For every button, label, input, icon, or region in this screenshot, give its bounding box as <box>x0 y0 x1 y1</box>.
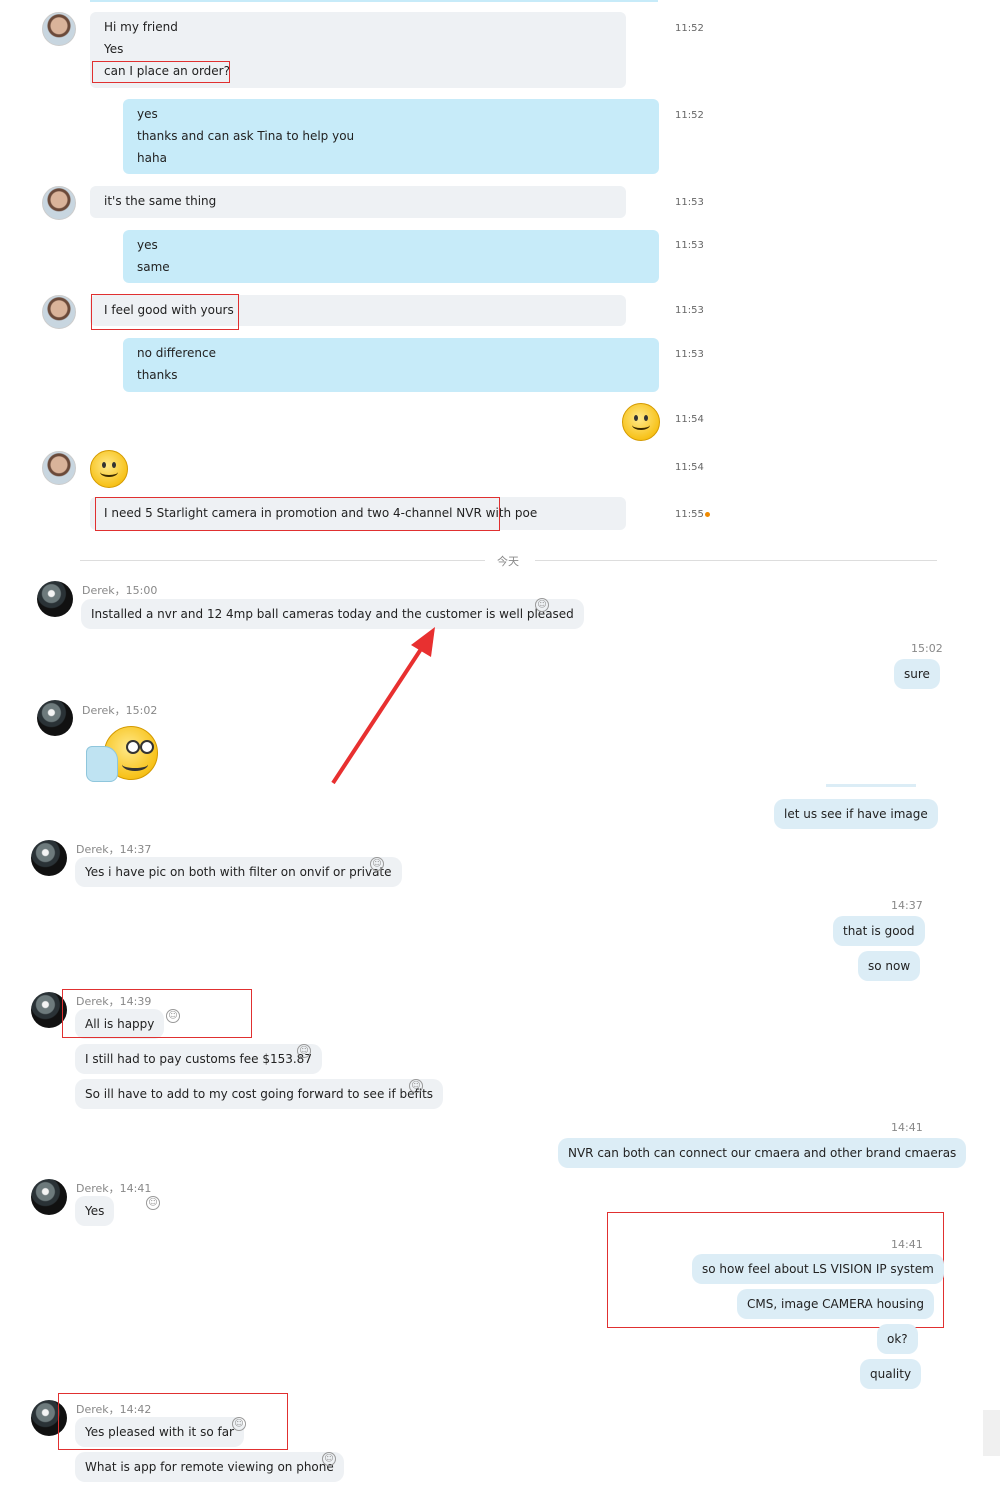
avatar[interactable] <box>37 700 73 736</box>
sender-name: Derek，15:00 <box>82 584 158 597</box>
smiley-emoji-icon[interactable] <box>622 403 660 441</box>
outgoing-message[interactable]: NVR can both can connect our cmaera and … <box>558 1138 967 1168</box>
message-time: 11:53 <box>675 197 704 208</box>
message-time: 11:53 <box>675 240 704 251</box>
message-time: 11:53 <box>675 305 704 316</box>
outgoing-message[interactable]: yes same <box>123 230 659 283</box>
message-line: it's the same thing <box>104 194 217 208</box>
message-line: yes <box>137 107 158 121</box>
avatar[interactable] <box>31 840 67 876</box>
scrollbar-thumb[interactable] <box>983 1410 1000 1456</box>
highlight-box <box>92 61 230 83</box>
react-emoji-icon[interactable]: ☺ <box>297 1044 311 1058</box>
incoming-message[interactable]: Yes i have pic on both with filter on on… <box>75 857 402 887</box>
outgoing-message[interactable]: let us see if have image <box>774 799 938 829</box>
message-time: 11:53 <box>675 349 704 360</box>
avatar[interactable] <box>42 451 76 485</box>
message-line: no difference <box>137 346 217 360</box>
message-line: Yes <box>104 42 124 56</box>
react-emoji-icon[interactable]: ☺ <box>322 1452 336 1466</box>
outgoing-message[interactable]: yes thanks and can ask Tina to help you … <box>123 99 659 174</box>
outgoing-message[interactable]: sure <box>894 659 940 689</box>
incoming-message[interactable]: I still had to pay customs fee $153.87 <box>75 1044 322 1074</box>
message-time: 15:02 <box>911 642 943 655</box>
message-time: 11:55 <box>675 509 704 520</box>
message-time: 14:41 <box>891 1238 923 1251</box>
react-emoji-icon[interactable]: ☺ <box>370 857 384 871</box>
thumbs-up-emoji-icon[interactable] <box>86 724 158 784</box>
previous-bubble-edge <box>826 784 916 787</box>
message-line: same <box>137 260 170 274</box>
avatar[interactable] <box>42 12 76 46</box>
outgoing-message[interactable]: that is good <box>833 916 925 946</box>
highlight-box <box>91 294 239 330</box>
outgoing-message[interactable]: so how feel about LS VISION IP system <box>692 1254 944 1284</box>
highlight-box <box>95 497 500 531</box>
divider-line <box>535 560 937 561</box>
outgoing-message[interactable]: so now <box>858 951 921 981</box>
incoming-message[interactable]: So ill have to add to my cost going forw… <box>75 1079 444 1109</box>
message-time: 11:52 <box>675 110 704 121</box>
incoming-message[interactable]: What is app for remote viewing on phone <box>75 1452 344 1482</box>
message-line: Hi my friend <box>104 20 178 34</box>
smiley-emoji-icon[interactable] <box>90 450 128 488</box>
avatar[interactable] <box>42 186 76 220</box>
outgoing-message[interactable]: ok? <box>877 1324 918 1354</box>
sending-status-dot <box>705 512 710 517</box>
message-time: 11:54 <box>675 414 704 425</box>
message-time: 11:54 <box>675 462 704 473</box>
avatar[interactable] <box>42 295 76 329</box>
message-time: 14:37 <box>891 899 923 912</box>
message-line: thanks <box>137 368 178 382</box>
sender-name: Derek，15:02 <box>82 704 158 717</box>
previous-bubble-edge <box>90 0 658 2</box>
divider-line <box>80 560 485 561</box>
sender-name: Derek，14:41 <box>76 1182 152 1195</box>
message-time: 11:52 <box>675 23 704 34</box>
avatar[interactable] <box>31 1179 67 1215</box>
highlight-box <box>62 989 252 1038</box>
message-line: yes <box>137 238 158 252</box>
date-divider-label: 今天 <box>497 555 519 568</box>
red-arrow-annotation <box>331 627 435 785</box>
react-emoji-icon[interactable]: ☺ <box>409 1079 423 1093</box>
incoming-message[interactable]: Yes <box>75 1196 115 1226</box>
message-line: thanks and can ask Tina to help you <box>137 129 355 143</box>
highlight-box <box>58 1393 288 1450</box>
message-line: haha <box>137 151 167 165</box>
incoming-message[interactable]: it's the same thing <box>90 186 626 218</box>
react-emoji-icon[interactable]: ☺ <box>146 1196 160 1210</box>
outgoing-message[interactable]: CMS, image CAMERA housing <box>737 1289 934 1319</box>
message-time: 14:41 <box>891 1121 923 1134</box>
outgoing-message[interactable]: no difference thanks <box>123 338 659 392</box>
outgoing-message[interactable]: quality <box>860 1359 922 1389</box>
react-emoji-icon[interactable]: ☺ <box>535 598 549 612</box>
avatar[interactable] <box>37 581 73 617</box>
sender-name: Derek，14:37 <box>76 843 152 856</box>
